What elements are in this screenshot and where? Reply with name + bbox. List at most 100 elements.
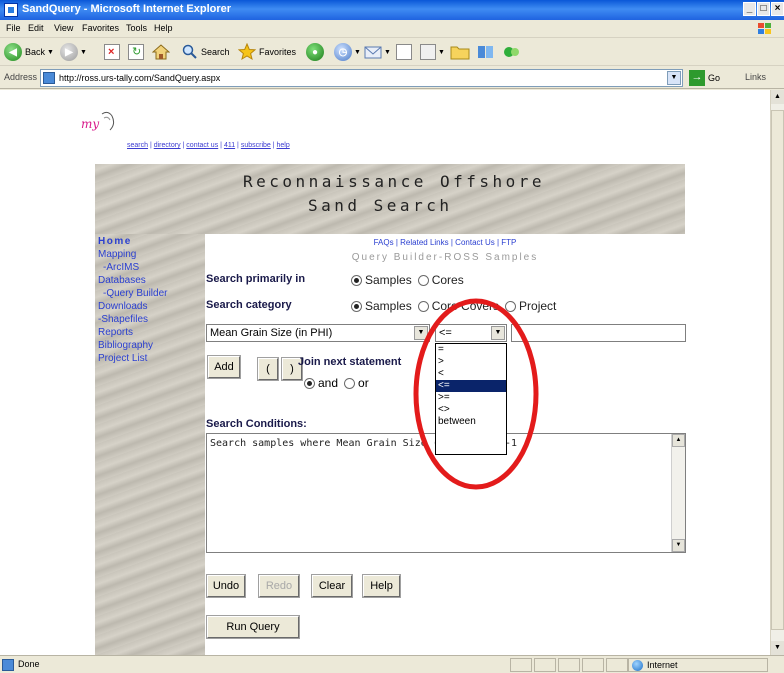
link-contact-us-2[interactable]: Contact Us bbox=[455, 238, 495, 247]
scroll-down-arrow-icon[interactable]: ▼ bbox=[771, 641, 784, 655]
radio-samples-label: Samples bbox=[365, 273, 412, 287]
radio-and[interactable] bbox=[304, 377, 315, 389]
refresh-button[interactable]: ↻ bbox=[128, 41, 144, 63]
operator-dropdown-list[interactable]: = > < <= >= <> between bbox=[435, 343, 507, 455]
radio-samples[interactable] bbox=[351, 274, 362, 286]
open-paren-button[interactable]: ( bbox=[257, 357, 279, 381]
search-button[interactable]: Search bbox=[182, 41, 230, 63]
link-directory[interactable]: directory bbox=[154, 142, 181, 149]
radio-core-covers[interactable] bbox=[417, 300, 429, 312]
radio-cores[interactable] bbox=[417, 274, 429, 286]
status-bar: Done Internet bbox=[0, 655, 784, 673]
back-arrow-icon: ◀ bbox=[4, 43, 22, 61]
menu-edit[interactable]: Edit bbox=[28, 23, 44, 33]
nav-downloads[interactable]: Downloads bbox=[98, 301, 147, 312]
discuss-button[interactable] bbox=[502, 41, 522, 63]
menu-tools[interactable]: Tools bbox=[126, 23, 147, 33]
page-done-icon bbox=[2, 659, 14, 671]
stop-button[interactable]: × bbox=[104, 41, 120, 63]
discuss-icon bbox=[504, 47, 519, 57]
address-url: http://ross.urs-tally.com/SandQuery.aspx bbox=[59, 73, 221, 83]
link-related-links[interactable]: Related Links bbox=[400, 238, 448, 247]
home-button[interactable] bbox=[152, 41, 170, 63]
nav-reports[interactable]: Reports bbox=[98, 327, 133, 338]
nav-query-builder[interactable]: -Query Builder bbox=[103, 288, 167, 299]
media-button[interactable]: ● bbox=[306, 41, 324, 63]
minimize-button[interactable]: _ bbox=[743, 2, 756, 16]
textarea-scrollbar[interactable]: ▲ ▼ bbox=[671, 434, 685, 552]
history-icon: ◷ bbox=[334, 43, 352, 61]
sidebar-nav: Home Mapping -ArcIMS Databases -Query Bu… bbox=[95, 234, 205, 655]
operator-option[interactable]: < bbox=[436, 368, 506, 380]
field-select-value: Mean Grain Size (in PHI) bbox=[210, 327, 333, 339]
nav-mapping[interactable]: Mapping bbox=[98, 249, 136, 260]
go-button[interactable]: → Go bbox=[689, 70, 720, 86]
link-help[interactable]: help bbox=[277, 142, 290, 149]
nav-project-list[interactable]: Project List bbox=[98, 353, 147, 364]
print-button[interactable] bbox=[396, 41, 412, 63]
operator-option[interactable]: > bbox=[436, 356, 506, 368]
link-search[interactable]: search bbox=[127, 142, 148, 149]
help-button[interactable]: Help bbox=[362, 574, 401, 598]
banner-title-line1: Reconnaissance Offshore bbox=[243, 172, 546, 191]
links-button[interactable]: Links bbox=[745, 72, 766, 82]
chevron-down-icon[interactable]: ▼ bbox=[667, 71, 681, 85]
operator-option-selected[interactable]: <= bbox=[436, 380, 506, 392]
radio-category-samples[interactable] bbox=[351, 300, 362, 312]
radio-project[interactable] bbox=[505, 300, 517, 312]
window-controls: _ □ × bbox=[742, 2, 784, 16]
folder-button[interactable] bbox=[450, 41, 470, 63]
forward-button[interactable]: ▶ ▼ bbox=[60, 41, 87, 63]
operator-option[interactable]: = bbox=[436, 344, 506, 356]
maximize-button[interactable]: □ bbox=[757, 2, 770, 16]
nav-home[interactable]: Home bbox=[98, 236, 132, 247]
operator-option[interactable]: >= bbox=[436, 392, 506, 404]
scroll-up-arrow-icon[interactable]: ▲ bbox=[771, 90, 784, 104]
history-button[interactable]: ◷ ▼ bbox=[334, 41, 361, 63]
operator-option[interactable]: between bbox=[436, 416, 506, 428]
messenger-button[interactable] bbox=[476, 41, 496, 63]
nav-arcims[interactable]: -ArcIMS bbox=[103, 262, 139, 273]
status-pane bbox=[558, 658, 580, 672]
clear-button[interactable]: Clear bbox=[311, 574, 353, 598]
link-ftp[interactable]: FTP bbox=[501, 238, 516, 247]
scroll-down-arrow-icon[interactable]: ▼ bbox=[672, 539, 685, 552]
stop-icon: × bbox=[104, 44, 120, 60]
undo-button[interactable]: Undo bbox=[206, 574, 246, 598]
ie-app-icon[interactable] bbox=[4, 3, 18, 17]
page-scrollbar[interactable]: ▲ ▼ bbox=[770, 90, 784, 655]
menu-help[interactable]: Help bbox=[154, 23, 173, 33]
scroll-up-arrow-icon[interactable]: ▲ bbox=[672, 434, 685, 447]
favorites-button[interactable]: Favorites bbox=[238, 41, 296, 63]
search-category-label: Search category bbox=[206, 299, 292, 311]
operator-option[interactable]: <> bbox=[436, 404, 506, 416]
radio-or[interactable] bbox=[344, 377, 356, 389]
link-subscribe[interactable]: subscribe bbox=[241, 142, 271, 149]
scroll-thumb[interactable] bbox=[771, 110, 784, 630]
nav-databases[interactable]: Databases bbox=[98, 275, 146, 286]
edit-icon bbox=[420, 44, 436, 60]
window-title: SandQuery - Microsoft Internet Explorer bbox=[22, 3, 232, 15]
mail-button[interactable]: ▼ bbox=[364, 41, 391, 63]
menu-file[interactable]: File bbox=[6, 23, 21, 33]
value-input[interactable] bbox=[511, 324, 686, 342]
home-icon bbox=[152, 44, 170, 60]
nav-shapefiles[interactable]: -Shapefiles bbox=[98, 314, 148, 325]
page-viewport: my search | directory | contact us | 411… bbox=[0, 90, 770, 655]
link-faqs[interactable]: FAQs bbox=[374, 238, 394, 247]
edit-button[interactable]: ▼ bbox=[420, 41, 445, 63]
forward-arrow-icon: ▶ bbox=[60, 43, 78, 61]
close-button[interactable]: × bbox=[771, 2, 784, 16]
operator-select[interactable]: <= ▼ bbox=[435, 324, 507, 342]
menu-view[interactable]: View bbox=[54, 23, 73, 33]
run-query-button[interactable]: Run Query bbox=[206, 615, 300, 639]
menu-favorites[interactable]: Favorites bbox=[82, 23, 119, 33]
redo-button[interactable]: Redo bbox=[258, 574, 300, 598]
link-411[interactable]: 411 bbox=[224, 142, 235, 149]
address-input[interactable]: http://ross.urs-tally.com/SandQuery.aspx… bbox=[40, 69, 683, 87]
add-button[interactable]: Add bbox=[207, 355, 241, 379]
back-button[interactable]: ◀ Back ▼ bbox=[4, 41, 54, 63]
link-contact-us[interactable]: contact us bbox=[186, 142, 218, 149]
nav-bibliography[interactable]: Bibliography bbox=[98, 340, 153, 351]
field-select[interactable]: Mean Grain Size (in PHI) ▼ bbox=[206, 324, 430, 342]
